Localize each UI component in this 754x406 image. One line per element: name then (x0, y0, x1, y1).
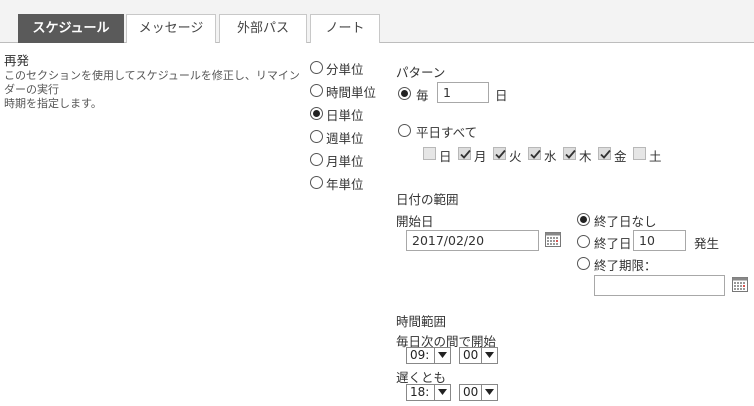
chevron-down-icon (481, 385, 497, 400)
day-mon-checkbox[interactable] (458, 147, 471, 160)
tab-note[interactable]: ノート (310, 14, 380, 43)
no-end-date-label: 終了日なし (594, 214, 657, 229)
day-wed-checkbox[interactable] (528, 147, 541, 160)
start-date-label: 開始日 (396, 214, 434, 229)
tab-message[interactable]: メッセージ (126, 14, 216, 43)
day-fri-label: 金 (614, 149, 627, 164)
time-range-title: 時間範囲 (396, 314, 447, 329)
chevron-down-icon (434, 348, 450, 363)
no-end-date-radio[interactable] (577, 213, 590, 226)
all-weekdays-label: 平日すべて (416, 125, 478, 140)
unit-year-label: 年単位 (326, 177, 364, 192)
day-thu-checkbox[interactable] (563, 147, 576, 160)
day-thu-label: 木 (579, 149, 592, 164)
every-label: 毎 (416, 88, 429, 103)
unit-minute-radio[interactable] (310, 61, 323, 74)
chevron-down-icon (481, 348, 497, 363)
day-tue-label: 火 (509, 149, 522, 164)
day-tue-checkbox[interactable] (493, 147, 506, 160)
end-by-label: 終了期限： (594, 258, 657, 273)
section-description: このセクションを使用してスケジュールを修正し、リマインダーの実行 時期を指定しま… (4, 69, 304, 111)
section-description-line1: このセクションを使用してスケジュールを修正し、リマインダーの実行 (4, 69, 300, 96)
end-after-input[interactable]: 10 (633, 230, 686, 251)
day-sun-label: 日 (439, 149, 452, 164)
every-n-days-radio[interactable] (398, 87, 411, 100)
end-hour-value: 18: (410, 385, 430, 399)
start-hour-value: 09: (410, 348, 430, 362)
unit-month-label: 月単位 (326, 154, 364, 169)
unit-hour-label: 時間単位 (326, 85, 377, 100)
section-description-line2: 時期を指定します。 (4, 97, 102, 110)
day-sat-checkbox[interactable] (633, 147, 646, 160)
end-after-radio[interactable] (577, 235, 590, 248)
end-by-input[interactable] (594, 275, 725, 296)
day-sat-label: 土 (649, 149, 662, 164)
end-hour-select[interactable]: 18: (406, 384, 451, 401)
pattern-title: パターン (396, 65, 446, 80)
end-minute-value: 00 (463, 385, 479, 399)
unit-week-label: 週単位 (326, 131, 364, 146)
every-n-input[interactable]: 1 (437, 82, 489, 103)
start-date-calendar-icon[interactable] (545, 232, 561, 247)
tab-schedule[interactable]: スケジュール (18, 14, 124, 43)
tab-external-path[interactable]: 外部パス (219, 14, 307, 43)
date-range-title: 日付の範囲 (396, 192, 459, 207)
unit-month-radio[interactable] (310, 153, 323, 166)
end-by-calendar-icon[interactable] (732, 277, 748, 292)
day-wed-label: 水 (544, 149, 557, 164)
day-fri-checkbox[interactable] (598, 147, 611, 160)
occurrences-label: 発生 (694, 236, 720, 251)
section-title: 再発 (4, 53, 30, 68)
unit-minute-label: 分単位 (326, 62, 364, 77)
end-by-radio[interactable] (577, 257, 590, 270)
start-date-input[interactable]: 2017/02/20 (406, 230, 539, 251)
chevron-down-icon (434, 385, 450, 400)
end-minute-select[interactable]: 00 (459, 384, 498, 401)
unit-week-radio[interactable] (310, 130, 323, 143)
unit-year-radio[interactable] (310, 176, 323, 189)
tab-bar: スケジュール メッセージ 外部パス ノート (0, 0, 754, 43)
start-minute-value: 00 (463, 348, 479, 362)
unit-day-label: 日単位 (326, 108, 364, 123)
end-after-label: 終了日 (594, 236, 632, 251)
unit-day-radio[interactable] (310, 107, 323, 120)
unit-hour-radio[interactable] (310, 84, 323, 97)
every-suffix-label: 日 (495, 88, 508, 103)
day-sun-checkbox[interactable] (423, 147, 436, 160)
start-hour-select[interactable]: 09: (406, 347, 451, 364)
day-mon-label: 月 (474, 149, 487, 164)
all-weekdays-radio[interactable] (398, 124, 411, 137)
start-minute-select[interactable]: 00 (459, 347, 498, 364)
